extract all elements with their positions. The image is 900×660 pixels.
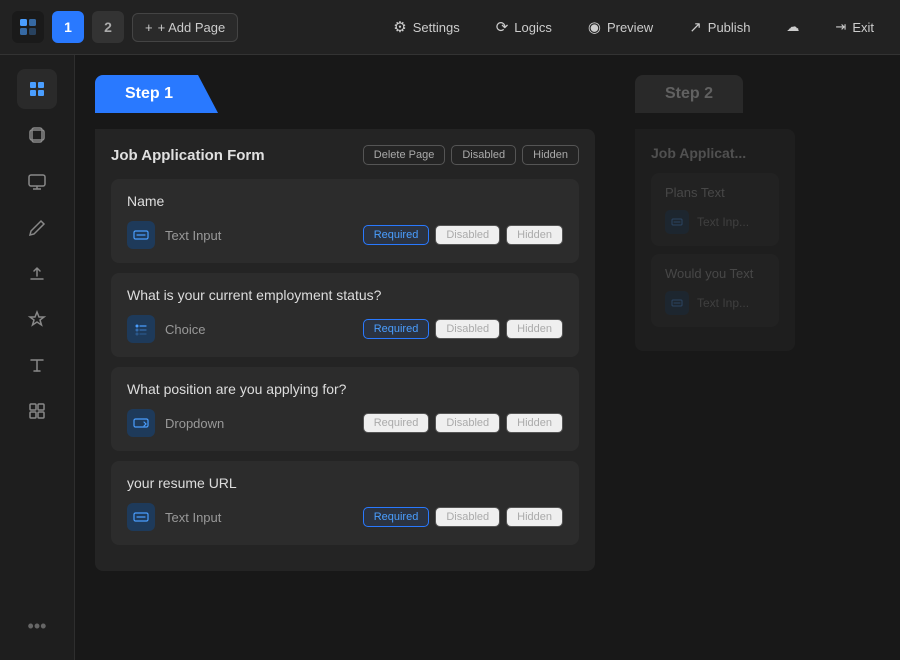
logics-button[interactable]: ⟳ Logics bbox=[482, 12, 566, 42]
field-name-type-label: Text Input bbox=[165, 228, 353, 243]
sidebar-icon-upload[interactable] bbox=[17, 253, 57, 293]
field-employment-disabled-btn[interactable]: Disabled bbox=[435, 319, 500, 339]
field-name-tags: Required Disabled Hidden bbox=[363, 225, 563, 245]
sidebar-icon-layers[interactable] bbox=[17, 115, 57, 155]
field-resume-type-label: Text Input bbox=[165, 510, 353, 525]
step1-header: Step 1 bbox=[95, 75, 595, 113]
top-navigation: 1 2 + + Add Page ⚙ Settings ⟳ Logics ◉ P… bbox=[0, 0, 900, 55]
page-tab-2[interactable]: 2 bbox=[92, 11, 124, 43]
step1-form-header: Job Application Form Delete Page Disable… bbox=[111, 145, 579, 165]
field-name-row: Text Input Required Disabled Hidden bbox=[127, 221, 563, 249]
field-resume: your resume URL Text Input Required Disa… bbox=[111, 461, 579, 545]
field-resume-type-icon bbox=[127, 503, 155, 531]
step2-field-plans-label: Plans Text bbox=[665, 185, 765, 200]
field-name: Name Text Input Required Disabled bbox=[111, 179, 579, 263]
step2-field-would-label: Would you Text bbox=[665, 266, 765, 281]
logics-icon: ⟳ bbox=[496, 18, 509, 36]
hidden-page-button[interactable]: Hidden bbox=[522, 145, 579, 165]
step2-field-plans: Plans Text Text Inp... bbox=[651, 173, 779, 246]
field-position-required-btn[interactable]: Required bbox=[363, 413, 430, 433]
field-resume-row: Text Input Required Disabled Hidden bbox=[127, 503, 563, 531]
field-employment: What is your current employment status? bbox=[111, 273, 579, 357]
step2-field-would-type: Text Inp... bbox=[697, 296, 749, 310]
exit-button[interactable]: ⇥ Exit bbox=[821, 13, 888, 41]
add-page-button[interactable]: + + Add Page bbox=[132, 13, 238, 42]
sidebar-icon-monitor[interactable] bbox=[17, 161, 57, 201]
field-employment-tags: Required Disabled Hidden bbox=[363, 319, 563, 339]
field-position: What position are you applying for? Drop… bbox=[111, 367, 579, 451]
field-employment-row: Choice Required Disabled Hidden bbox=[127, 315, 563, 343]
step1-panel: Step 1 Job Application Form Delete Page … bbox=[75, 75, 615, 640]
field-name-type-icon bbox=[127, 221, 155, 249]
step2-field-plans-row: Text Inp... bbox=[665, 210, 765, 234]
field-name-disabled-btn[interactable]: Disabled bbox=[435, 225, 500, 245]
preview-button[interactable]: ◉ Preview bbox=[574, 12, 667, 42]
step2-panel: Step 2 Job Applicat... Plans Text T bbox=[615, 75, 815, 640]
field-employment-hidden-btn[interactable]: Hidden bbox=[506, 319, 563, 339]
cloud-icon: ☁ bbox=[786, 19, 799, 35]
field-name-required-btn[interactable]: Required bbox=[363, 225, 430, 245]
main-area: ••• Step 1 Job Application Form Delete P… bbox=[0, 55, 900, 660]
field-name-label: Name bbox=[127, 193, 563, 209]
field-employment-label: What is your current employment status? bbox=[127, 287, 563, 303]
sidebar-icon-star[interactable] bbox=[17, 299, 57, 339]
sidebar-icon-components[interactable] bbox=[17, 391, 57, 431]
sidebar-icon-edit[interactable] bbox=[17, 207, 57, 247]
field-position-row: Dropdown Required Disabled Hidden bbox=[127, 409, 563, 437]
delete-page-button[interactable]: Delete Page bbox=[363, 145, 446, 165]
field-position-type-label: Dropdown bbox=[165, 416, 353, 431]
step1-form-title: Job Application Form bbox=[111, 147, 265, 164]
left-sidebar: ••• bbox=[0, 55, 75, 660]
field-employment-required-btn[interactable]: Required bbox=[363, 319, 430, 339]
sidebar-more[interactable]: ••• bbox=[17, 606, 57, 646]
content-area: Step 1 Job Application Form Delete Page … bbox=[75, 55, 900, 660]
more-icon: ••• bbox=[28, 616, 47, 637]
field-resume-disabled-btn[interactable]: Disabled bbox=[435, 507, 500, 527]
page-tab-1[interactable]: 1 bbox=[52, 11, 84, 43]
sidebar-icon-text[interactable] bbox=[17, 345, 57, 385]
step2-form-title: Job Applicat... bbox=[651, 145, 779, 161]
step2-field-would-icon bbox=[665, 291, 689, 315]
field-employment-type-label: Choice bbox=[165, 322, 353, 337]
step2-tab[interactable]: Step 2 bbox=[635, 75, 743, 113]
field-position-tags: Required Disabled Hidden bbox=[363, 413, 563, 433]
settings-button[interactable]: ⚙ Settings bbox=[379, 12, 473, 42]
cloud-button[interactable]: ☁ bbox=[772, 13, 813, 41]
publish-icon: ↗ bbox=[689, 18, 702, 36]
field-resume-required-btn[interactable]: Required bbox=[363, 507, 430, 527]
step2-field-would: Would you Text Text Inp... bbox=[651, 254, 779, 327]
plus-icon: + bbox=[145, 20, 153, 35]
field-position-disabled-btn[interactable]: Disabled bbox=[435, 413, 500, 433]
step2-field-would-row: Text Inp... bbox=[665, 291, 765, 315]
step1-form-header-buttons: Delete Page Disabled Hidden bbox=[363, 145, 579, 165]
field-employment-type-icon bbox=[127, 315, 155, 343]
field-name-hidden-btn[interactable]: Hidden bbox=[506, 225, 563, 245]
step2-field-plans-icon bbox=[665, 210, 689, 234]
field-position-label: What position are you applying for? bbox=[127, 381, 563, 397]
field-resume-hidden-btn[interactable]: Hidden bbox=[506, 507, 563, 527]
step2-field-plans-type: Text Inp... bbox=[697, 215, 749, 229]
field-resume-label: your resume URL bbox=[127, 475, 563, 491]
disabled-page-button[interactable]: Disabled bbox=[451, 145, 516, 165]
field-position-hidden-btn[interactable]: Hidden bbox=[506, 413, 563, 433]
app-logo bbox=[12, 11, 44, 43]
publish-button[interactable]: ↗ Publish bbox=[675, 12, 764, 42]
field-resume-tags: Required Disabled Hidden bbox=[363, 507, 563, 527]
step2-header: Step 2 bbox=[635, 75, 795, 113]
settings-icon: ⚙ bbox=[393, 18, 406, 36]
exit-icon: ⇥ bbox=[835, 19, 846, 35]
field-position-type-icon bbox=[127, 409, 155, 437]
step1-form-container: Job Application Form Delete Page Disable… bbox=[95, 129, 595, 571]
preview-icon: ◉ bbox=[588, 18, 601, 36]
sidebar-icon-layout[interactable] bbox=[17, 69, 57, 109]
step2-form-container: Job Applicat... Plans Text Text Inp... bbox=[635, 129, 795, 351]
step1-tab[interactable]: Step 1 bbox=[95, 75, 218, 113]
